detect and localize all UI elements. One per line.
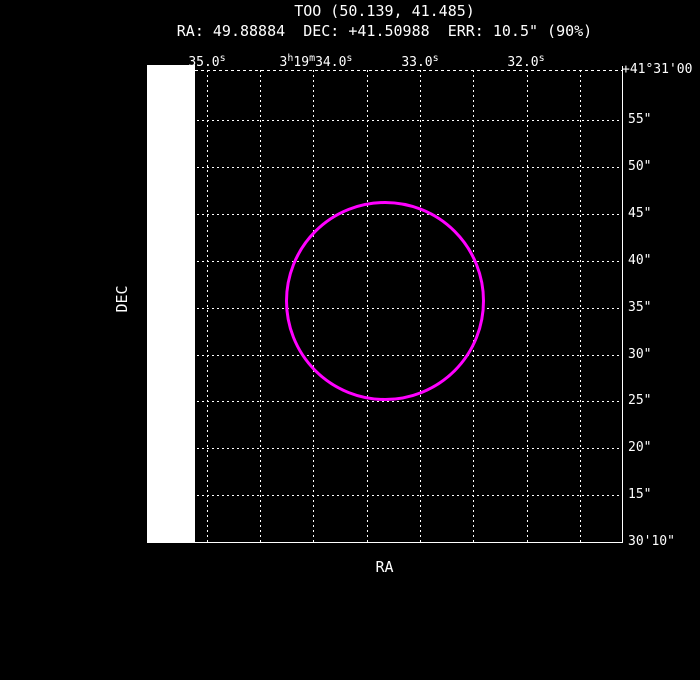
x-tick-label-33s: 33.0s: [401, 53, 439, 70]
grid-line-horizontal: [147, 401, 622, 402]
grid-line-vertical: [580, 70, 581, 542]
grid-line-vertical: [260, 70, 261, 542]
y-tick-label: 55": [628, 112, 652, 127]
grid-line-horizontal: [147, 448, 622, 449]
plot-frame-bottom: [147, 542, 623, 543]
grid-line-horizontal: [147, 495, 622, 496]
x-tick-label-32s: 32.0s: [507, 53, 545, 70]
y-tick-label: 25": [628, 393, 652, 408]
y-tick-label: 20": [628, 440, 652, 455]
finding-chart: TOO (50.139, 41.485) RA: 49.88884 DEC: +…: [0, 0, 700, 680]
y-tick-label: 40": [628, 253, 652, 268]
y-tick-label: 15": [628, 487, 652, 502]
plot-frame-right: [622, 66, 623, 543]
y-tick-label: 45": [628, 206, 652, 221]
error-circle: [285, 201, 485, 401]
y-tick-label: 50": [628, 159, 652, 174]
y-tick-label: 30": [628, 347, 652, 362]
y-tick-label: 30'10": [628, 534, 675, 549]
x-tick-label-3h19m34s: 3h19m34.0s: [279, 53, 353, 70]
plot-frame-top: [147, 70, 622, 71]
x-axis-title: RA: [375, 558, 394, 576]
y-tick-label: 35": [628, 300, 652, 315]
y-axis-title: DEC: [113, 285, 131, 313]
grid-line-horizontal: [147, 167, 622, 168]
grid-line-vertical: [527, 70, 528, 542]
grid-line-vertical: [207, 70, 208, 542]
chart-subtitle: RA: 49.88884 DEC: +41.50988 ERR: 10.5" (…: [176, 22, 593, 40]
chart-title: TOO (50.139, 41.485): [294, 2, 475, 20]
y-tick-label: +41°31'00: [622, 62, 693, 77]
image-nodata-band: [147, 65, 195, 543]
grid-line-horizontal: [147, 120, 622, 121]
